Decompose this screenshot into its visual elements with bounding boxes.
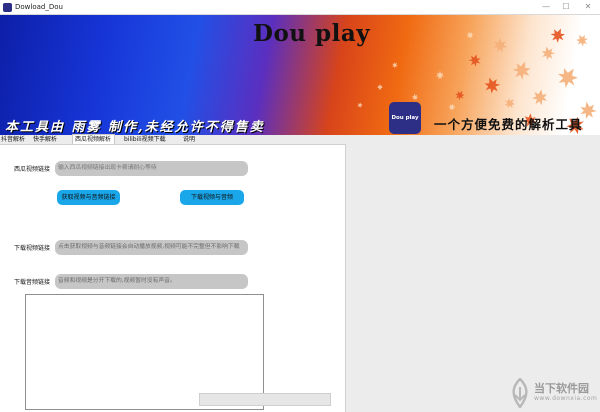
- audio-link-field[interactable]: 音频和视频是分开下载的,视频暂时没有声音。: [55, 274, 248, 289]
- banner-slogan: 本工具由 雨雾 制作,未经允许不得售卖: [5, 120, 265, 135]
- app-icon: [3, 3, 12, 12]
- tab-bar: 抖音解析 快手解析 西瓜视频解析 bilibili视频下载 说明: [0, 134, 600, 144]
- xigua-panel: 西瓜视频链接 获取视频与音频链接 下载视频与音频 下载视频链接 点击获取视频与音…: [0, 144, 346, 412]
- site-watermark: 当下软件园 www.downxia.com: [508, 378, 600, 412]
- audio-link-label: 下载音频链接: [14, 279, 51, 286]
- window-title: Dowload_Dou: [15, 3, 63, 11]
- watermark-text: 当下软件园: [534, 382, 589, 395]
- watermark-url: www.downxia.com: [534, 395, 598, 402]
- xigua-link-input[interactable]: [55, 161, 248, 176]
- watermark-logo-icon: [512, 378, 528, 408]
- video-link-label: 下载视频链接: [14, 245, 51, 252]
- tab-xigua[interactable]: 西瓜视频解析: [72, 134, 115, 144]
- download-progress-bar: [199, 393, 331, 406]
- close-button[interactable]: ✕: [582, 1, 594, 13]
- app-logo: Dou play: [389, 102, 421, 134]
- download-button[interactable]: 下载视频与音频: [180, 190, 244, 205]
- banner-image: Dou play 本工具由 雨雾 制作,未经允许不得售卖 Dou play 一个…: [0, 15, 600, 135]
- video-link-field[interactable]: 点击获取视频与音频链接会自动播放视频,视频可能不完整但不影响下载: [55, 240, 248, 255]
- minimize-button[interactable]: —: [540, 1, 552, 13]
- tab-instructions[interactable]: 说明: [183, 135, 199, 144]
- tab-bilibili[interactable]: bilibili视频下载: [124, 135, 176, 144]
- get-links-button[interactable]: 获取视频与音频链接: [57, 190, 120, 205]
- window-titlebar: Dowload_Dou — ☐ ✕: [0, 0, 600, 15]
- banner-title: Dou play: [253, 20, 371, 47]
- tab-kuaishou[interactable]: 快手解析: [33, 135, 59, 144]
- banner-tagline: 一个方便免费的解析工具: [434, 117, 583, 132]
- tab-douyin[interactable]: 抖音解析: [1, 135, 26, 144]
- xigua-link-label: 西瓜视频链接: [14, 166, 51, 173]
- maximize-button[interactable]: ☐: [560, 1, 572, 13]
